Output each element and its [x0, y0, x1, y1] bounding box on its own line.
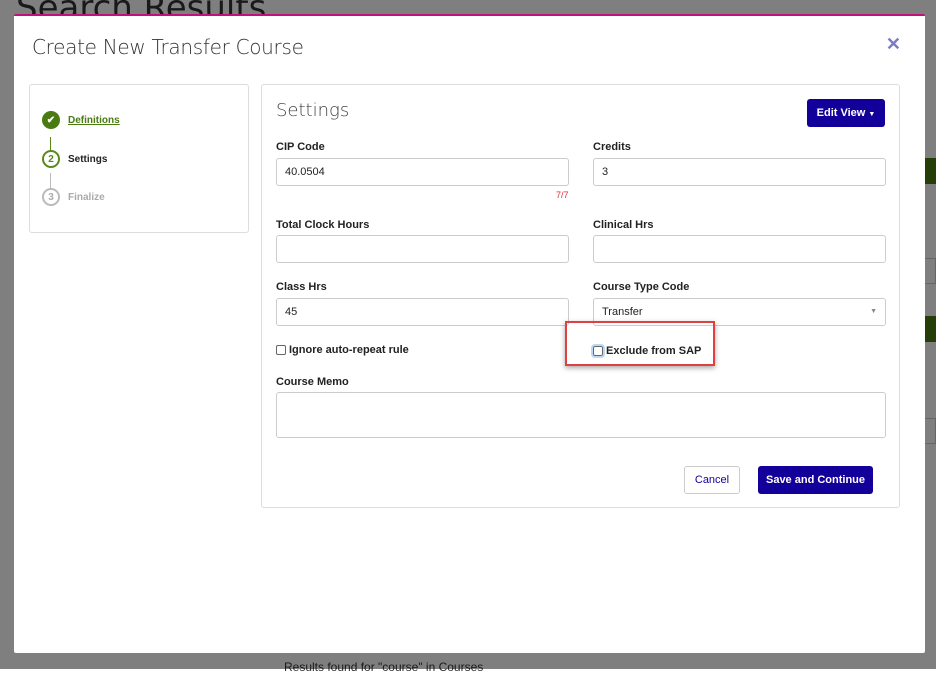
credits-label: Credits [593, 141, 631, 153]
step-connector [50, 173, 51, 189]
cip-code-label: CIP Code [276, 141, 325, 153]
credits-input[interactable]: 3 [593, 158, 886, 186]
course-type-code-select[interactable]: Transfer ▼ [593, 298, 886, 326]
checkbox-label: Exclude from SAP [606, 345, 702, 357]
step-label: Finalize [68, 191, 105, 203]
course-type-code-label: Course Type Code [593, 281, 690, 293]
exclude-from-sap-checkbox[interactable]: Exclude from SAP [591, 344, 702, 358]
total-clock-hours-label: Total Clock Hours [276, 219, 370, 231]
step-label: Settings [68, 153, 108, 165]
caret-down-icon: ▼ [868, 111, 876, 118]
close-icon[interactable]: ✕ [886, 34, 901, 55]
step-settings: 2 Settings [42, 150, 107, 168]
step-number: 3 [42, 188, 60, 206]
cip-code-input[interactable]: 40.0504 [276, 158, 569, 186]
check-icon: ✔ [42, 111, 60, 129]
edit-view-label: Edit View [816, 107, 866, 119]
caret-down-icon: ▼ [870, 308, 877, 315]
clinical-hrs-label: Clinical Hrs [593, 219, 654, 231]
panel-title: Settings [276, 100, 350, 121]
course-type-value: Transfer [602, 306, 643, 318]
checkbox-label: Ignore auto-repeat rule [289, 344, 409, 356]
create-transfer-course-modal: Create New Transfer Course ✕ ✔ Definitio… [14, 14, 925, 653]
step-number: 2 [42, 150, 60, 168]
character-counter: 7/7 [556, 190, 569, 200]
total-clock-hours-input[interactable] [276, 235, 569, 263]
course-memo-textarea[interactable] [276, 392, 886, 438]
checkbox-icon[interactable] [591, 344, 605, 358]
settings-panel: Settings Edit View ▼ CIP Code 40.0504 7/… [261, 84, 900, 508]
step-definitions[interactable]: ✔ Definitions [42, 111, 120, 129]
save-and-continue-button[interactable]: Save and Continue [758, 466, 873, 494]
checkbox-icon[interactable] [276, 345, 286, 355]
cancel-button[interactable]: Cancel [684, 466, 740, 494]
modal-title: Create New Transfer Course [32, 35, 304, 59]
step-finalize: 3 Finalize [42, 188, 105, 206]
step-label[interactable]: Definitions [68, 115, 120, 126]
class-hrs-label: Class Hrs [276, 281, 327, 293]
ignore-auto-repeat-checkbox[interactable]: Ignore auto-repeat rule [276, 344, 409, 356]
clinical-hrs-input[interactable] [593, 235, 886, 263]
class-hrs-input[interactable]: 45 [276, 298, 569, 326]
edit-view-button[interactable]: Edit View ▼ [807, 99, 885, 127]
stepper: ✔ Definitions 2 Settings 3 Finalize [29, 84, 249, 233]
course-memo-label: Course Memo [276, 376, 349, 388]
